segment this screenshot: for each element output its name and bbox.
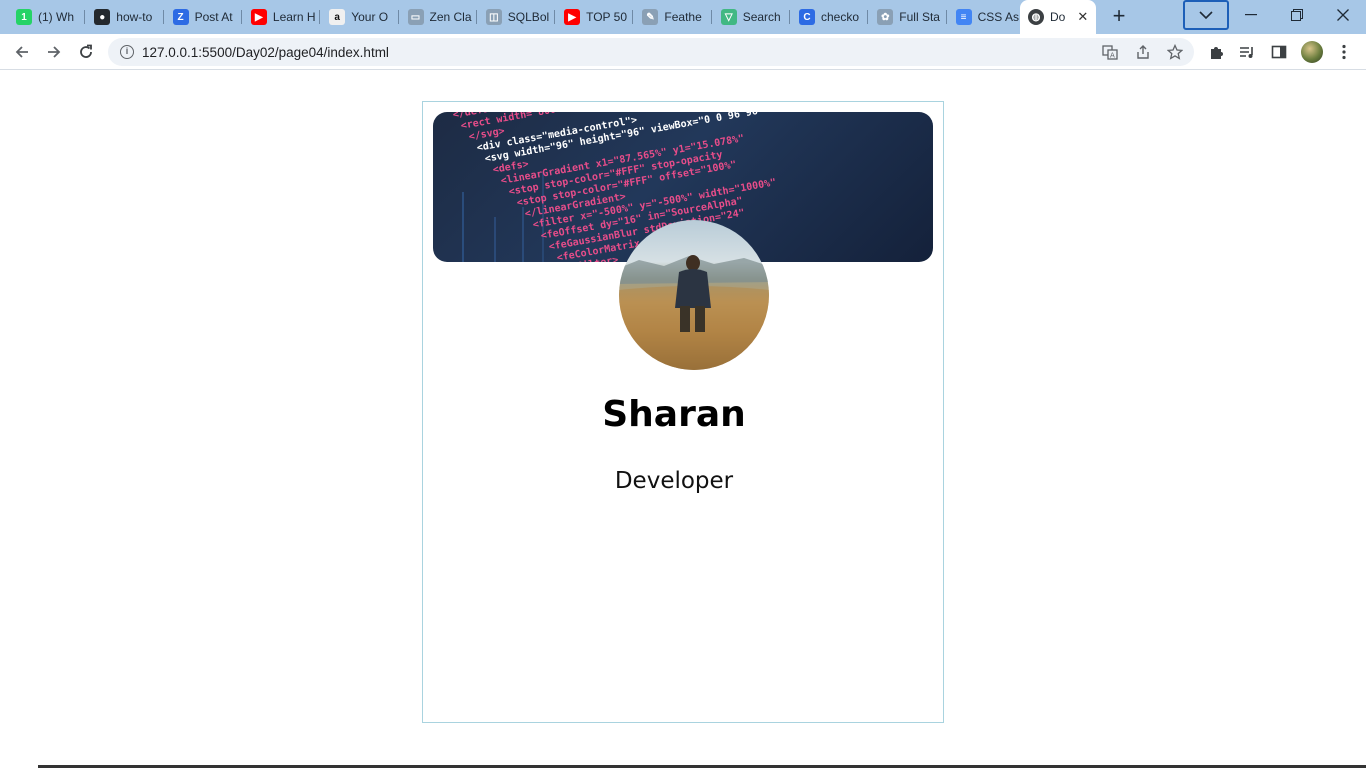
page-icon: ▭ <box>407 9 424 25</box>
minimize-icon <box>1245 14 1257 16</box>
tab-title: Search <box>742 10 781 24</box>
tab-separator <box>84 10 86 24</box>
tab[interactable]: ▭ Zen Cla <box>400 6 474 28</box>
url-text[interactable]: 127.0.0.1:5500/Day02/page04/index.html <box>142 45 389 60</box>
profile-avatar-image <box>619 220 769 370</box>
share-icon[interactable] <box>1135 44 1151 60</box>
tab-separator <box>632 10 634 24</box>
close-icon <box>1337 9 1349 21</box>
youtube-icon: ▶ <box>564 9 581 25</box>
tab[interactable]: ● how-to <box>86 6 160 28</box>
close-window-button[interactable] <box>1328 4 1358 26</box>
more-menu-icon[interactable] <box>1334 42 1354 62</box>
profile-name: Sharan <box>602 394 746 435</box>
address-bar[interactable]: i 127.0.0.1:5500/Day02/page04/index.html… <box>108 38 1194 66</box>
forward-button[interactable] <box>42 40 66 64</box>
tab-separator <box>240 10 242 24</box>
tab-title: SQLBol <box>507 10 550 24</box>
new-tab-button[interactable]: + <box>1108 5 1130 28</box>
tab[interactable]: ▽ Search <box>713 6 787 28</box>
whatsapp-icon: 1 <box>16 9 32 25</box>
tab-search-button[interactable] <box>1183 0 1229 30</box>
tab[interactable]: ✎ Feathe <box>634 6 708 28</box>
tab-separator <box>867 10 869 24</box>
tab-title: CSS As <box>977 10 1019 24</box>
tab[interactable]: a Your O <box>321 6 395 28</box>
tab-title: Post At <box>194 10 233 24</box>
tab[interactable]: Cchecko <box>791 6 865 28</box>
reload-icon <box>80 44 92 58</box>
svg-text:A: A <box>1110 52 1115 60</box>
media-queue-icon[interactable] <box>1237 42 1257 62</box>
tab-separator <box>319 10 321 24</box>
zen-z-icon: Z <box>172 9 189 25</box>
globe-icon: ◍ <box>1028 9 1044 25</box>
tab-title: Zen Cla <box>429 10 472 24</box>
tab-separator <box>475 10 477 24</box>
tab-separator <box>789 10 790 24</box>
tab-separator <box>945 10 947 24</box>
tab-active[interactable]: ◍ Do ✕ <box>1020 0 1096 34</box>
person-icon <box>619 255 769 370</box>
youtube-icon: ▶ <box>250 9 267 25</box>
tab-separator <box>162 10 164 24</box>
site-info-icon[interactable]: i <box>120 45 134 59</box>
amazon-icon: a <box>329 9 346 25</box>
tab-title: Learn H <box>272 10 316 24</box>
arrow-right-icon <box>48 46 61 58</box>
tab-title: Do <box>1050 10 1066 24</box>
tab-strip: 1 (1) Wh ● how-to Z Post At ▶ Learn H a Your O ▭ Ze… <box>0 0 1366 34</box>
tab-separator <box>554 10 556 24</box>
translate-icon[interactable]: A <box>1102 44 1118 60</box>
tab-separator <box>710 10 712 24</box>
database-icon: ◫ <box>485 9 502 25</box>
tab[interactable]: ▶ TOP 50 <box>556 6 630 28</box>
bookmark-star-icon[interactable] <box>1167 44 1183 60</box>
side-panel-icon[interactable] <box>1269 42 1289 62</box>
vue-icon: ▽ <box>720 9 737 25</box>
tab-title: Full Sta <box>899 10 940 24</box>
feather-icon: ✎ <box>642 9 659 25</box>
tab-title: Feathe <box>664 10 702 24</box>
openai-icon: ✿ <box>877 9 894 25</box>
tab[interactable]: ≡ CSS As <box>948 6 1022 28</box>
tab-title: checko <box>821 10 860 24</box>
c-icon: C <box>799 9 815 25</box>
tab-title: Your O <box>351 10 389 24</box>
chevron-down-icon <box>1199 11 1213 20</box>
tab[interactable]: ▶ Learn H <box>243 6 317 28</box>
tab[interactable]: ◫ SQLBol <box>478 6 552 28</box>
reload-button[interactable] <box>74 40 98 64</box>
tab-title: (1) Wh <box>38 10 74 24</box>
profile-role: Developer <box>614 468 734 494</box>
arrow-left-icon <box>15 46 28 58</box>
restore-icon <box>1291 9 1303 21</box>
profile-avatar[interactable] <box>1301 41 1323 63</box>
extensions-icon[interactable] <box>1206 42 1226 62</box>
profile-card: </defs><rect width="800" height="450" rx… <box>422 101 944 723</box>
tab-title: TOP 50 <box>586 10 628 24</box>
tab[interactable]: 1 (1) Wh <box>8 6 82 28</box>
close-icon[interactable]: ✕ <box>1077 9 1088 25</box>
back-button[interactable] <box>10 40 34 64</box>
tab-separator <box>397 10 399 24</box>
tab-title: how-to <box>116 10 153 24</box>
tab[interactable]: ✿ Full Sta <box>869 6 943 28</box>
restore-button[interactable] <box>1282 4 1312 26</box>
browser-toolbar: i 127.0.0.1:5500/Day02/page04/index.html… <box>0 34 1366 70</box>
minimize-button[interactable] <box>1236 4 1266 26</box>
docs-icon: ≡ <box>955 9 972 25</box>
tab[interactable]: Z Post At <box>165 6 239 28</box>
github-icon: ● <box>94 9 111 25</box>
